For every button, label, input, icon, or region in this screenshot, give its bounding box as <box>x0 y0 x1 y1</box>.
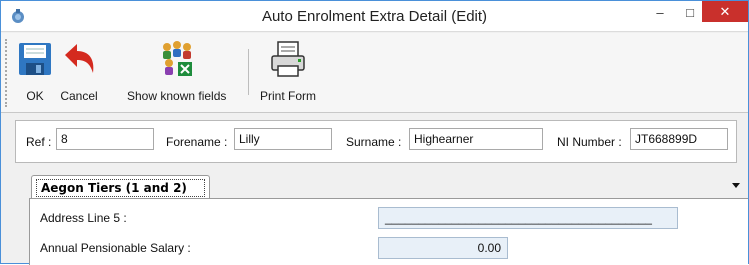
close-button[interactable]: ✕ <box>702 1 748 22</box>
tab-list-dropdown-icon[interactable] <box>732 183 740 188</box>
tab-label: Aegon Tiers (1 and 2) <box>36 179 205 197</box>
cancel-button[interactable]: Cancel <box>59 37 99 109</box>
surname-label: Surname : <box>346 135 402 149</box>
employee-header-panel: Ref : 8 Forename : Lilly Surname : Highe… <box>15 120 737 163</box>
ok-label: OK <box>26 89 44 103</box>
tab-aegon-tiers[interactable]: Aegon Tiers (1 and 2) <box>31 175 210 199</box>
ni-number-label: NI Number : <box>557 135 622 149</box>
toolbar-grip[interactable] <box>5 39 8 107</box>
undo-arrow-icon <box>65 44 94 73</box>
show-known-fields-button[interactable]: Show known fields <box>127 37 226 109</box>
maximize-button[interactable]: □ <box>676 1 704 23</box>
tab-content-panel: Address Line 5 : _______________________… <box>29 198 748 265</box>
people-group-icon <box>162 41 192 76</box>
address-line-5-label: Address Line 5 : <box>40 211 127 225</box>
annual-salary-field[interactable]: 0.00 <box>378 237 508 259</box>
ref-field[interactable]: 8 <box>56 128 154 150</box>
toolbar-separator <box>248 49 249 95</box>
cancel-label: Cancel <box>60 89 98 103</box>
ref-label: Ref : <box>26 135 52 149</box>
forename-field[interactable]: Lilly <box>234 128 332 150</box>
print-form-button[interactable]: Print Form <box>260 37 316 109</box>
surname-field[interactable]: Highearner <box>409 128 543 150</box>
address-line-5-field[interactable]: ________________________________________ <box>378 207 678 229</box>
annual-salary-label: Annual Pensionable Salary : <box>40 241 191 255</box>
title-bar[interactable]: Auto Enrolment Extra Detail (Edit) – □ ✕ <box>1 1 748 32</box>
forename-label: Forename : <box>166 135 228 149</box>
print-form-icon <box>271 41 305 77</box>
window-title: Auto Enrolment Extra Detail (Edit) <box>261 8 488 25</box>
toolbar: OK Cancel Show known fields Print Form <box>1 33 748 113</box>
ni-number-field[interactable]: JT668899D <box>630 128 728 150</box>
save-floppy-icon <box>19 43 51 75</box>
print-form-label: Print Form <box>260 89 317 103</box>
ok-button[interactable]: OK <box>15 37 55 109</box>
tab-strip: Aegon Tiers (1 and 2) <box>15 173 743 199</box>
show-known-fields-label: Show known fields <box>127 89 227 103</box>
minimize-button[interactable]: – <box>646 1 674 23</box>
dialog-window: Auto Enrolment Extra Detail (Edit) – □ ✕… <box>0 0 749 265</box>
